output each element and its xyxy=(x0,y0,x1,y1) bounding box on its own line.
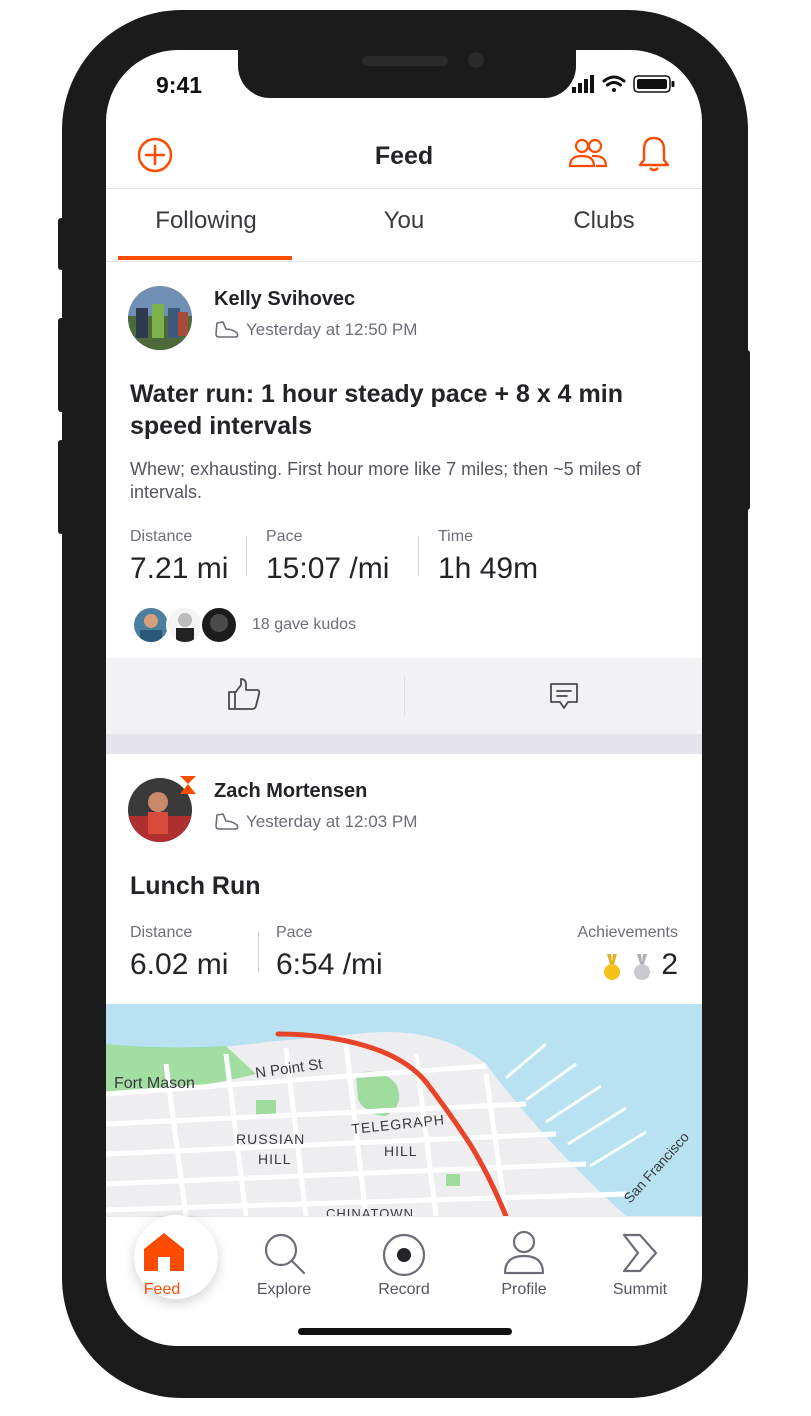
nav-label: Record xyxy=(378,1281,430,1298)
stat-label-pace: Pace xyxy=(276,924,313,941)
nav-label: Profile xyxy=(501,1281,547,1298)
activity-card: Zach Mortensen Yesterday at 12:03 PM Lun… xyxy=(106,754,702,1004)
app-screen: 9:41 Feed Following You Clubs Kelly Svih… xyxy=(106,50,702,1346)
stat-value-distance: 6.02 mi xyxy=(130,948,229,981)
run-shoe-icon xyxy=(215,813,239,830)
phone-power-button xyxy=(744,350,750,510)
athlete-name[interactable]: Zach Mortensen xyxy=(214,780,367,803)
activity-timestamp: Yesterday at 12:50 PM xyxy=(246,320,418,339)
stat-label-distance: Distance xyxy=(130,924,193,941)
action-bar xyxy=(106,658,702,734)
kudos-thumbs-up-icon[interactable] xyxy=(226,676,262,712)
home-indicator xyxy=(298,1328,512,1335)
phone-volume-down xyxy=(58,440,64,534)
stat-value-pace: 6:54 /mi xyxy=(276,948,383,981)
nav-label: Summit xyxy=(612,1281,668,1298)
status-time: 9:41 xyxy=(156,72,203,98)
activity-description: Whew; exhausting. First hour more like 7… xyxy=(130,459,641,502)
kudos-count[interactable]: 18 gave kudos xyxy=(252,616,356,634)
activity-card: Kelly Svihovec Yesterday at 12:50 PM Wat… xyxy=(106,260,702,754)
tab-following[interactable]: Following xyxy=(106,207,306,235)
kudo-avatar[interactable] xyxy=(200,606,238,644)
bottom-nav: Feed Explore Record Profile Summit xyxy=(106,1215,702,1346)
notifications-bell-icon[interactable] xyxy=(636,134,672,174)
stat-divider xyxy=(246,536,247,576)
battery-icon xyxy=(633,75,675,93)
app-header: Feed xyxy=(106,130,702,188)
profile-icon xyxy=(503,1230,545,1275)
record-icon xyxy=(382,1233,426,1277)
stat-value-time: 1h 49m xyxy=(438,552,539,585)
front-camera xyxy=(468,52,484,68)
silver-medal-icon xyxy=(634,954,650,980)
stat-divider xyxy=(258,932,259,972)
notch xyxy=(238,50,576,98)
nav-label: Feed xyxy=(143,1281,181,1298)
action-divider xyxy=(404,676,405,716)
run-shoe-icon xyxy=(215,321,239,338)
nav-label: Explore xyxy=(256,1281,312,1298)
search-icon xyxy=(264,1233,306,1275)
phone-mute-switch xyxy=(58,218,64,270)
tab-clubs[interactable]: Clubs xyxy=(504,207,702,235)
stat-label-achievements: Achievements xyxy=(577,924,679,941)
avatar[interactable] xyxy=(128,286,192,350)
summit-icon xyxy=(622,1233,658,1273)
kudo-avatar[interactable] xyxy=(132,606,170,644)
signal-icon xyxy=(572,75,594,93)
feed-tabs: Following You Clubs xyxy=(106,188,702,262)
activity-map[interactable]: Fort Mason N Point St RUSSIAN HILL TELEG… xyxy=(106,1004,702,1216)
page-title: Feed xyxy=(374,142,434,170)
map-label-telegraph-hill: HILL xyxy=(384,1143,418,1159)
find-friends-icon[interactable] xyxy=(568,136,608,172)
feed-separator xyxy=(106,734,702,754)
map-label-chinatown: CHINATOWN xyxy=(326,1206,414,1216)
activity-title[interactable]: Lunch Run xyxy=(130,870,690,902)
park-block xyxy=(446,1174,460,1186)
activity-title[interactable]: Water run: 1 hour steady pace + 8 x 4 mi… xyxy=(130,378,690,442)
achievements-count: 2 xyxy=(661,948,678,981)
home-icon xyxy=(144,1233,184,1271)
comment-icon[interactable] xyxy=(548,680,580,712)
gold-medal-icon xyxy=(604,954,620,980)
speaker-grille xyxy=(362,56,448,66)
stat-label-distance: Distance xyxy=(130,528,193,545)
map-graphic: Fort Mason N Point St RUSSIAN HILL TELEG… xyxy=(106,1004,702,1216)
map-label-russian-hill: HILL xyxy=(258,1151,292,1167)
premium-badge-icon xyxy=(180,776,196,794)
athlete-name[interactable]: Kelly Svihovec xyxy=(214,288,355,311)
stat-label-time: Time xyxy=(438,528,473,545)
map-label-fort-mason: Fort Mason xyxy=(114,1075,195,1092)
stat-value-pace: 15:07 /mi xyxy=(266,552,390,585)
wifi-icon xyxy=(602,75,626,92)
stat-divider xyxy=(418,536,419,576)
stat-label-pace: Pace xyxy=(266,528,303,545)
phone-volume-up xyxy=(58,318,64,412)
status-icons xyxy=(572,75,675,93)
map-label-russian: RUSSIAN xyxy=(236,1131,305,1147)
kudo-avatar[interactable] xyxy=(166,606,204,644)
tab-you[interactable]: You xyxy=(304,207,504,235)
activity-timestamp: Yesterday at 12:03 PM xyxy=(246,812,418,831)
stat-value-distance: 7.21 mi xyxy=(130,552,229,585)
